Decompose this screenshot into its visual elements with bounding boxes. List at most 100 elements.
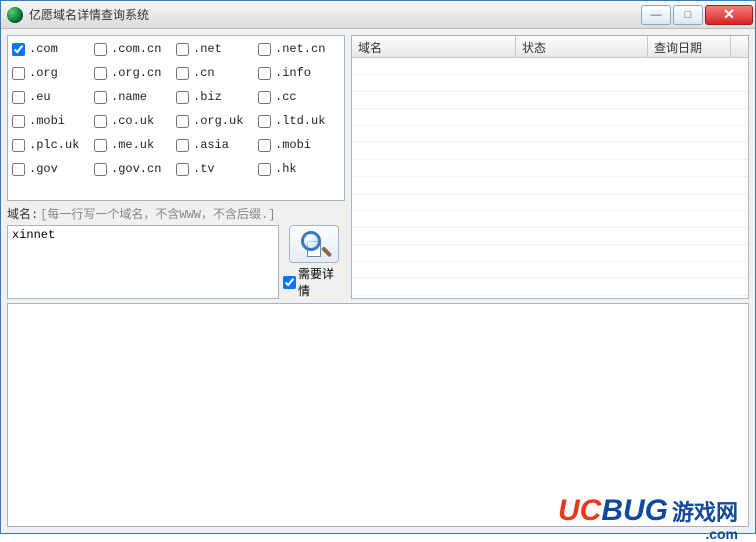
tld-label: .net.cn [275,42,325,56]
tld-label: .asia [193,138,229,152]
tld-label: .co.uk [111,114,154,128]
tld-input[interactable] [258,139,271,152]
tld-input[interactable] [176,163,189,176]
tld-input[interactable] [94,91,107,104]
tld-label: .org.cn [111,66,161,80]
app-window: 亿愿域名详情查询系统 — □ ✕ .com .com.cn .net .net.cn.… [0,0,756,534]
table-body[interactable] [352,58,748,298]
tld-input[interactable] [94,43,107,56]
domain-label: 域名: [7,205,38,222]
tld-input[interactable] [94,115,107,128]
domain-textarea[interactable] [7,225,279,299]
tld-checkbox-com[interactable]: .com [12,42,94,56]
tld-checkbox-org[interactable]: .org [12,66,94,80]
tld-label: .cc [275,90,297,104]
titlebar[interactable]: 亿愿域名详情查询系统 — □ ✕ [1,1,755,29]
domain-input-row: 需要详情 [7,225,345,299]
window-buttons: — □ ✕ [641,5,753,25]
tld-input[interactable] [258,67,271,80]
tld-input[interactable] [12,163,25,176]
tld-checkbox-plcuk[interactable]: .plc.uk [12,138,94,152]
tld-input[interactable] [94,67,107,80]
minimize-button[interactable]: — [641,5,671,25]
tld-checkbox-tv[interactable]: .tv [176,162,258,176]
close-button[interactable]: ✕ [705,5,753,25]
need-detail-checkbox[interactable]: 需要详情 [283,265,345,299]
tld-checkbox-cn[interactable]: .cn [176,66,258,80]
need-detail-input[interactable] [283,276,296,289]
tld-input[interactable] [176,115,189,128]
tld-checkbox-asia[interactable]: .asia [176,138,258,152]
tld-input[interactable] [176,67,189,80]
tld-input[interactable] [176,43,189,56]
top-row: .com .com.cn .net .net.cn .org .org.cn .cn .inf… [7,35,749,299]
tld-input[interactable] [258,43,271,56]
tld-checkbox-comcn[interactable]: .com.cn [94,42,176,56]
tld-checkbox-cc[interactable]: .cc [258,90,340,104]
tld-checkbox-name[interactable]: .name [94,90,176,104]
tld-label: .name [111,90,147,104]
detail-panel[interactable] [7,303,749,527]
tld-label: .com.cn [111,42,161,56]
maximize-button[interactable]: □ [673,5,703,25]
tld-input[interactable] [258,163,271,176]
tld-label: .biz [193,90,222,104]
tld-checkbox-mobi[interactable]: .mobi [258,138,340,152]
tld-input[interactable] [12,115,25,128]
tld-input[interactable] [176,139,189,152]
tld-input[interactable] [176,91,189,104]
tld-label: .me.uk [111,138,154,152]
tld-checkbox-mobi[interactable]: .mobi [12,114,94,128]
tld-checkbox-info[interactable]: .info [258,66,340,80]
tld-checkbox-net[interactable]: .net [176,42,258,56]
tld-label: .cn [193,66,215,80]
tld-checkbox-govcn[interactable]: .gov.cn [94,162,176,176]
content-area: .com .com.cn .net .net.cn .org .org.cn .cn .inf… [1,29,755,533]
tld-input[interactable] [258,91,271,104]
tld-input[interactable] [94,163,107,176]
column-scroll-gap [731,36,748,57]
tld-label: .net [193,42,222,56]
tld-label: .ltd.uk [275,114,325,128]
tld-checkbox-orguk[interactable]: .org.uk [176,114,258,128]
tld-label: .plc.uk [29,138,79,152]
column-status[interactable]: 状态 [516,36,648,57]
tld-checkbox-couk[interactable]: .co.uk [94,114,176,128]
magnifier-icon [299,229,329,259]
tld-label: .hk [275,162,297,176]
tld-checkbox-ltduk[interactable]: .ltd.uk [258,114,340,128]
tld-label: .org [29,66,58,80]
tld-input[interactable] [94,139,107,152]
tld-label: .tv [193,162,215,176]
search-button[interactable] [289,225,339,263]
tld-checkbox-orgcn[interactable]: .org.cn [94,66,176,80]
tld-checkbox-eu[interactable]: .eu [12,90,94,104]
results-table: 域名 状态 查询日期 [351,35,749,299]
tld-label: .info [275,66,311,80]
tld-label: .com [29,42,58,56]
tld-label: .gov [29,162,58,176]
domain-hint: [每一行写一个域名，不含WWW，不含后缀.] [40,205,275,222]
tld-label: .eu [29,90,51,104]
tld-panel: .com .com.cn .net .net.cn .org .org.cn .cn .inf… [7,35,345,201]
tld-input[interactable] [12,43,25,56]
domain-label-row: 域名: [每一行写一个域名，不含WWW，不含后缀.] [7,205,345,221]
tld-label: .mobi [275,138,311,152]
search-column: 需要详情 [283,225,345,299]
window-title: 亿愿域名详情查询系统 [29,6,641,23]
tld-grid: .com .com.cn .net .net.cn .org .org.cn .cn .inf… [12,42,340,176]
left-column: .com .com.cn .net .net.cn .org .org.cn .cn .inf… [7,35,345,299]
tld-checkbox-gov[interactable]: .gov [12,162,94,176]
tld-checkbox-hk[interactable]: .hk [258,162,340,176]
tld-input[interactable] [12,67,25,80]
tld-label: .org.uk [193,114,243,128]
column-domain[interactable]: 域名 [352,36,516,57]
tld-checkbox-meuk[interactable]: .me.uk [94,138,176,152]
tld-input[interactable] [12,91,25,104]
tld-checkbox-netcn[interactable]: .net.cn [258,42,340,56]
tld-label: .mobi [29,114,65,128]
column-date[interactable]: 查询日期 [648,36,731,57]
tld-checkbox-biz[interactable]: .biz [176,90,258,104]
tld-input[interactable] [12,139,25,152]
tld-input[interactable] [258,115,271,128]
